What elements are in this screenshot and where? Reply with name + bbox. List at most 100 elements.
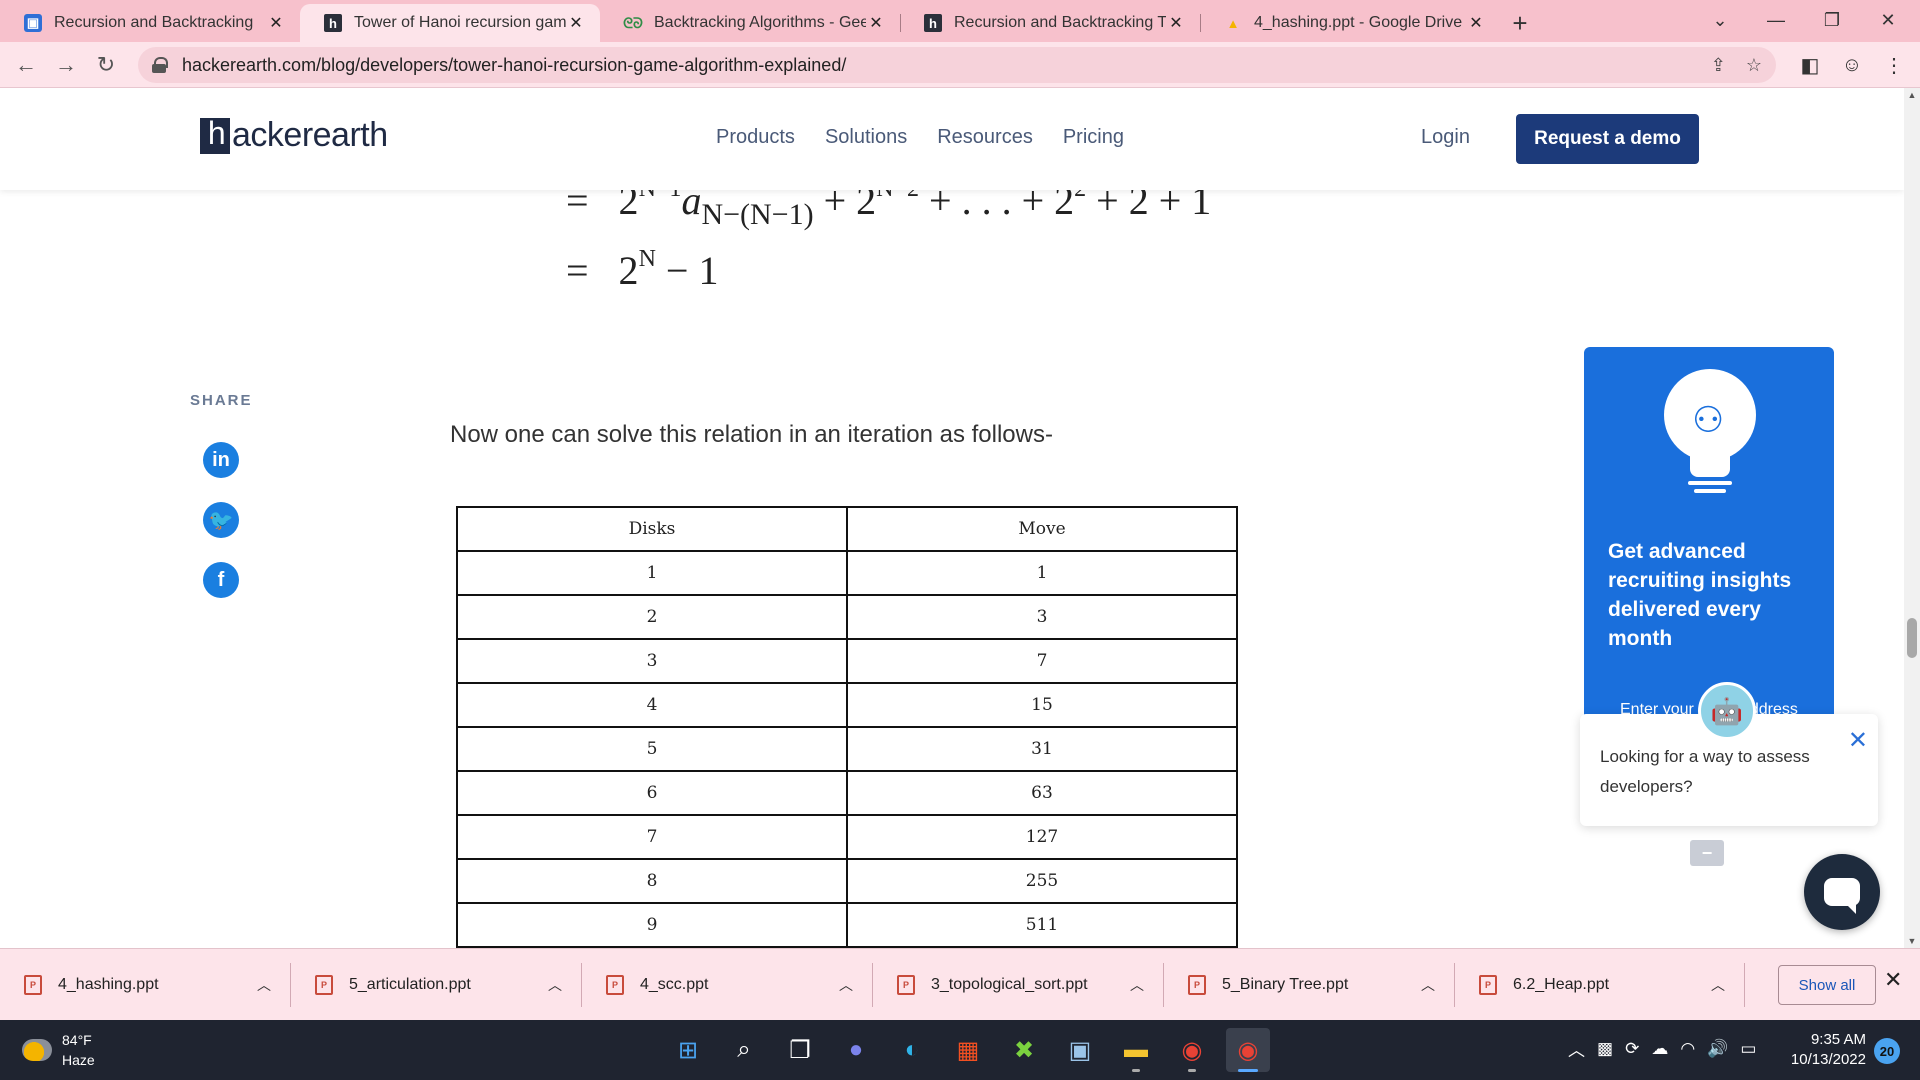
photos-icon[interactable]: ▣ bbox=[1058, 1028, 1102, 1072]
chevron-up-icon[interactable]: ︿ bbox=[257, 975, 271, 995]
login-link[interactable]: Login bbox=[1421, 126, 1470, 149]
download-filename[interactable]: 4_scc.ppt bbox=[640, 976, 708, 994]
taskbar: 84°F Haze ⊞ ⌕ ❐ ● ◐ ▦ ✖ ▣ ▬ ◉ ◉ ︿ ▩ ⟳ ☁ … bbox=[0, 1020, 1920, 1080]
web-page: h ackerearth Products Solutions Resources… bbox=[0, 88, 1904, 948]
back-icon[interactable]: ← bbox=[6, 45, 46, 85]
chat-launcher-button[interactable] bbox=[1804, 854, 1880, 930]
edge-icon[interactable]: ◐ bbox=[890, 1028, 934, 1072]
nav-solutions[interactable]: Solutions bbox=[825, 126, 907, 149]
minimize-icon[interactable]: — bbox=[1748, 0, 1804, 40]
ppt-file-icon: P bbox=[24, 974, 42, 995]
hackerearth-logo[interactable]: h ackerearth bbox=[200, 116, 388, 155]
download-item[interactable]: P 6.2_Heap.ppt ︿ bbox=[1455, 949, 1745, 1021]
table-cell: 3 bbox=[456, 638, 848, 684]
chevron-up-icon[interactable]: ︿ bbox=[839, 975, 853, 995]
chrome-profile-icon[interactable]: ◉ bbox=[1226, 1028, 1270, 1072]
close-window-icon[interactable]: ✕ bbox=[1860, 0, 1916, 40]
browser-tab-active[interactable]: h Tower of Hanoi recursion game a ✕ bbox=[300, 4, 600, 42]
clock[interactable]: 9:35 AM 10/13/2022 bbox=[1786, 1030, 1866, 1070]
close-icon[interactable]: ✕ bbox=[1848, 726, 1868, 755]
store-icon[interactable]: ▦ bbox=[946, 1028, 990, 1072]
linkedin-icon[interactable]: in bbox=[203, 442, 239, 478]
address-bar[interactable]: hackerearth.com/blog/developers/tower-ha… bbox=[138, 47, 1776, 83]
browser-tab[interactable]: ▣ Recursion and Backtracking ✕ bbox=[0, 4, 300, 42]
task-view-icon[interactable]: ❐ bbox=[778, 1028, 822, 1072]
download-item[interactable]: P 5_articulation.ppt ︿ bbox=[291, 949, 582, 1021]
nav-products[interactable]: Products bbox=[716, 126, 795, 149]
scroll-down-icon[interactable]: ▼ bbox=[1904, 936, 1920, 946]
reload-icon[interactable]: ↻ bbox=[86, 45, 126, 85]
close-tab-icon[interactable]: ✕ bbox=[266, 13, 286, 33]
download-filename[interactable]: 6.2_Heap.ppt bbox=[1513, 976, 1609, 994]
weather-widget[interactable]: 84°F Haze bbox=[22, 1030, 95, 1070]
tab-strip: ▣ Recursion and Backtracking ✕ h Tower o… bbox=[0, 0, 1920, 42]
chevron-up-icon[interactable]: ︿ bbox=[1421, 975, 1435, 995]
download-item[interactable]: P 4_scc.ppt ︿ bbox=[582, 949, 873, 1021]
nav-resources[interactable]: Resources bbox=[937, 126, 1033, 149]
twitter-icon[interactable]: 🐦 bbox=[203, 502, 239, 538]
close-tab-icon[interactable]: ✕ bbox=[1466, 13, 1486, 33]
download-item[interactable]: P 3_topological_sort.ppt ︿ bbox=[873, 949, 1164, 1021]
table-header-row: Disks Move bbox=[456, 506, 1238, 552]
request-demo-button[interactable]: Request a demo bbox=[1516, 114, 1699, 164]
logo-h: h bbox=[200, 117, 230, 154]
lock-icon[interactable] bbox=[152, 57, 168, 73]
facebook-icon[interactable]: f bbox=[203, 562, 239, 598]
bookmark-star-icon[interactable]: ☆ bbox=[1746, 55, 1762, 76]
sync-icon[interactable]: ⟳ bbox=[1625, 1039, 1639, 1059]
browser-tab[interactable]: ᘓᘐ Backtracking Algorithms - Geeks ✕ bbox=[600, 4, 900, 42]
table-cell: 1 bbox=[846, 550, 1238, 596]
wifi-icon[interactable]: ◠ bbox=[1680, 1039, 1695, 1059]
chrome-icon[interactable]: ◉ bbox=[1170, 1028, 1214, 1072]
download-filename[interactable]: 3_topological_sort.ppt bbox=[931, 976, 1088, 994]
hackerearth-icon: h bbox=[324, 14, 342, 32]
browser-tab[interactable]: ▲ 4_hashing.ppt - Google Drive ✕ bbox=[1200, 4, 1500, 42]
onedrive-icon[interactable]: ☁ bbox=[1651, 1039, 1668, 1059]
close-tab-icon[interactable]: ✕ bbox=[1166, 13, 1186, 33]
volume-icon[interactable]: 🔊 bbox=[1707, 1039, 1728, 1059]
browser-tab[interactable]: h Recursion and Backtracking Tuto ✕ bbox=[900, 4, 1200, 42]
notification-badge[interactable]: 20 bbox=[1874, 1038, 1900, 1064]
close-icon[interactable]: ✕ bbox=[1884, 967, 1902, 993]
close-tab-icon[interactable]: ✕ bbox=[866, 13, 886, 33]
classroom-icon: ▣ bbox=[24, 14, 42, 32]
side-panel-icon[interactable]: ◧ bbox=[1792, 42, 1828, 88]
close-tab-icon[interactable]: ✕ bbox=[566, 13, 586, 33]
tab-title: Recursion and Backtracking Tuto bbox=[954, 14, 1166, 31]
download-filename[interactable]: 4_hashing.ppt bbox=[58, 976, 159, 994]
chevron-up-icon[interactable]: ︿ bbox=[1568, 1036, 1585, 1061]
new-tab-button[interactable]: + bbox=[1500, 4, 1540, 42]
chevron-up-icon[interactable]: ︿ bbox=[1130, 975, 1144, 995]
nav-pricing[interactable]: Pricing bbox=[1063, 126, 1124, 149]
tab-search-icon[interactable]: ⌄ bbox=[1692, 0, 1748, 40]
search-icon[interactable]: ⌕ bbox=[722, 1028, 766, 1072]
battery-icon[interactable]: ▭ bbox=[1740, 1039, 1756, 1059]
page-scrollbar[interactable]: ▲ ▼ bbox=[1904, 88, 1920, 948]
download-filename[interactable]: 5_Binary Tree.ppt bbox=[1222, 976, 1348, 994]
menu-kebab-icon[interactable]: ⋮ bbox=[1876, 42, 1912, 88]
download-filename[interactable]: 5_articulation.ppt bbox=[349, 976, 471, 994]
file-explorer-icon[interactable]: ▬ bbox=[1114, 1028, 1158, 1072]
chevron-up-icon[interactable]: ︿ bbox=[548, 975, 562, 995]
chevron-up-icon[interactable]: ︿ bbox=[1711, 975, 1725, 995]
download-item[interactable]: P 5_Binary Tree.ppt ︿ bbox=[1164, 949, 1455, 1021]
url-text[interactable]: hackerearth.com/blog/developers/tower-ha… bbox=[182, 55, 846, 76]
chat-minimize-button[interactable]: − bbox=[1690, 840, 1724, 866]
tray-app-icon[interactable]: ▩ bbox=[1597, 1039, 1613, 1059]
tab-title: Tower of Hanoi recursion game a bbox=[354, 14, 566, 31]
share-page-icon[interactable]: ⇪ bbox=[1711, 55, 1726, 76]
table-row: 6 63 bbox=[456, 770, 1238, 816]
ppt-file-icon: P bbox=[897, 974, 915, 995]
show-all-button[interactable]: Show all bbox=[1778, 965, 1876, 1005]
restore-icon[interactable]: ❐ bbox=[1804, 0, 1860, 40]
xbox-icon[interactable]: ✖ bbox=[1002, 1028, 1046, 1072]
teams-chat-icon[interactable]: ● bbox=[834, 1028, 878, 1072]
download-item[interactable]: P 4_hashing.ppt ︿ bbox=[0, 949, 291, 1021]
scroll-up-icon[interactable]: ▲ bbox=[1904, 90, 1920, 100]
table-row: 7 127 bbox=[456, 814, 1238, 860]
windows-start-icon[interactable]: ⊞ bbox=[666, 1028, 710, 1072]
forward-icon[interactable]: → bbox=[46, 45, 86, 85]
scroll-thumb[interactable] bbox=[1907, 618, 1917, 658]
profile-avatar-icon[interactable]: ☺ bbox=[1834, 42, 1870, 88]
table-cell: 2 bbox=[456, 594, 848, 640]
